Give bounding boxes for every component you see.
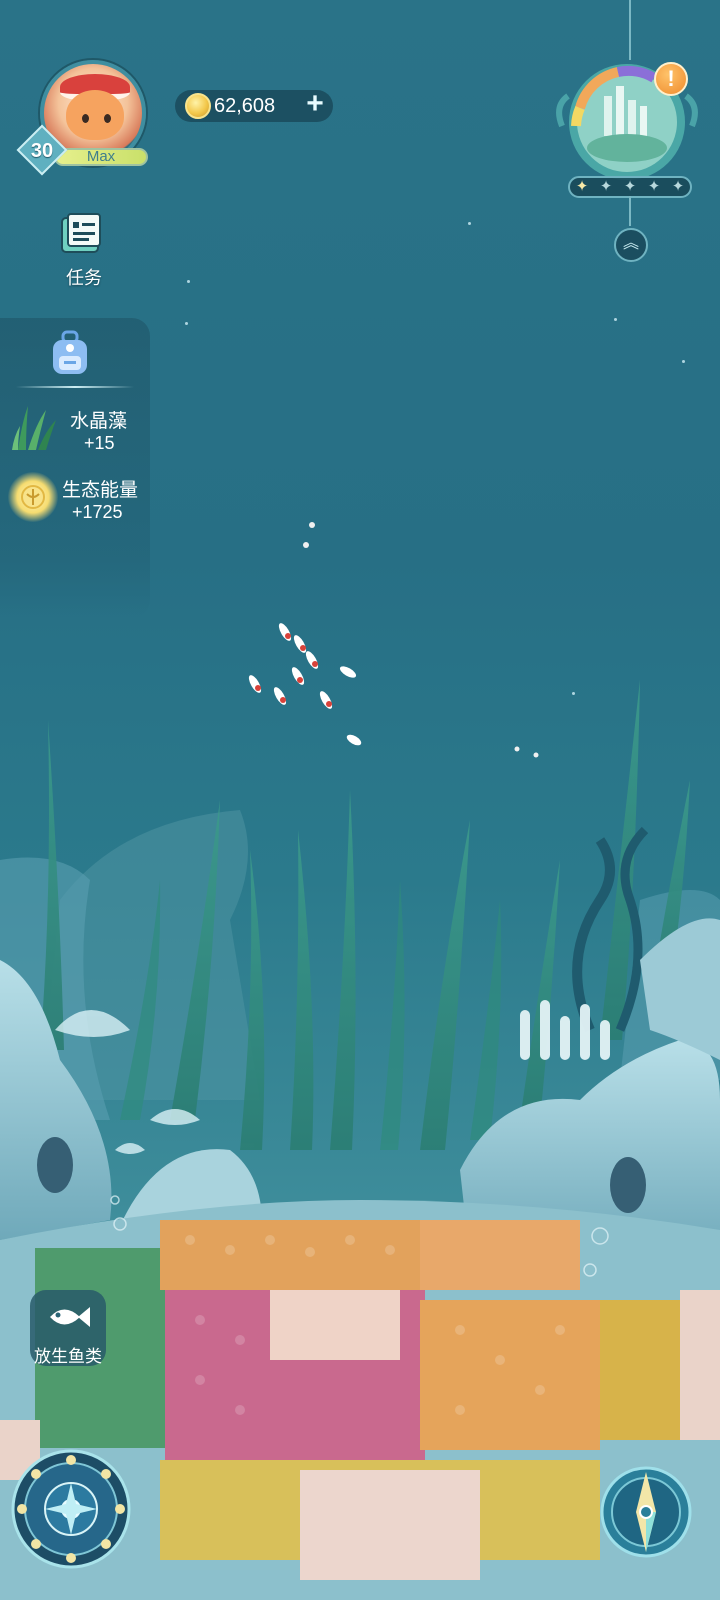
avatar-eye	[82, 114, 89, 123]
task-label[interactable]: 任务	[60, 264, 108, 290]
coin-amount: 62,608	[214, 95, 276, 117]
sparkle	[185, 322, 188, 325]
star-icon: ✦	[623, 178, 637, 195]
reward-name: 水晶藻	[70, 411, 128, 432]
sparkle	[614, 318, 617, 321]
panel-divider	[16, 386, 134, 388]
fish-icon	[50, 1307, 90, 1327]
sparkle	[468, 222, 471, 225]
magic-circle-dial[interactable]	[10, 1448, 132, 1570]
reward-amount: +15	[84, 433, 115, 453]
underwater-scene	[0, 522, 720, 1600]
star-icon: ✦	[599, 178, 613, 195]
ecosystem-star-rating: ✦ ✦ ✦ ✦ ✦	[568, 176, 692, 198]
star-icon: ✦	[575, 178, 589, 195]
avatar-eye	[104, 114, 111, 123]
sparkle	[682, 360, 685, 363]
eco-energy-glyph	[21, 485, 45, 509]
add-coins-button[interactable]: +	[300, 89, 330, 121]
reward-name: 生态能量	[62, 480, 139, 501]
backpack-icon[interactable]	[50, 330, 90, 378]
sparkle	[572, 692, 575, 695]
orb-connector	[629, 196, 631, 226]
compass-icon[interactable]	[598, 1464, 694, 1560]
release-fish-label[interactable]: 放生鱼类	[30, 1342, 106, 1367]
player-level: 30	[30, 140, 54, 162]
reward-amount: +1725	[72, 502, 123, 522]
sparkle	[187, 280, 190, 283]
alert-badge[interactable]: !	[654, 62, 688, 96]
crystal-algae-icon	[12, 406, 56, 450]
star-icon: ✦	[647, 178, 661, 195]
task-scroll-icon[interactable]	[58, 212, 104, 258]
coin-icon	[185, 93, 211, 119]
star-icon: ✦	[671, 178, 685, 195]
level-status-bar: Max	[54, 148, 148, 166]
eco-energy-icon	[8, 472, 58, 522]
collapse-button[interactable]: ︽	[614, 228, 648, 262]
avatar-face	[66, 90, 124, 140]
orb-hanger	[629, 0, 631, 60]
